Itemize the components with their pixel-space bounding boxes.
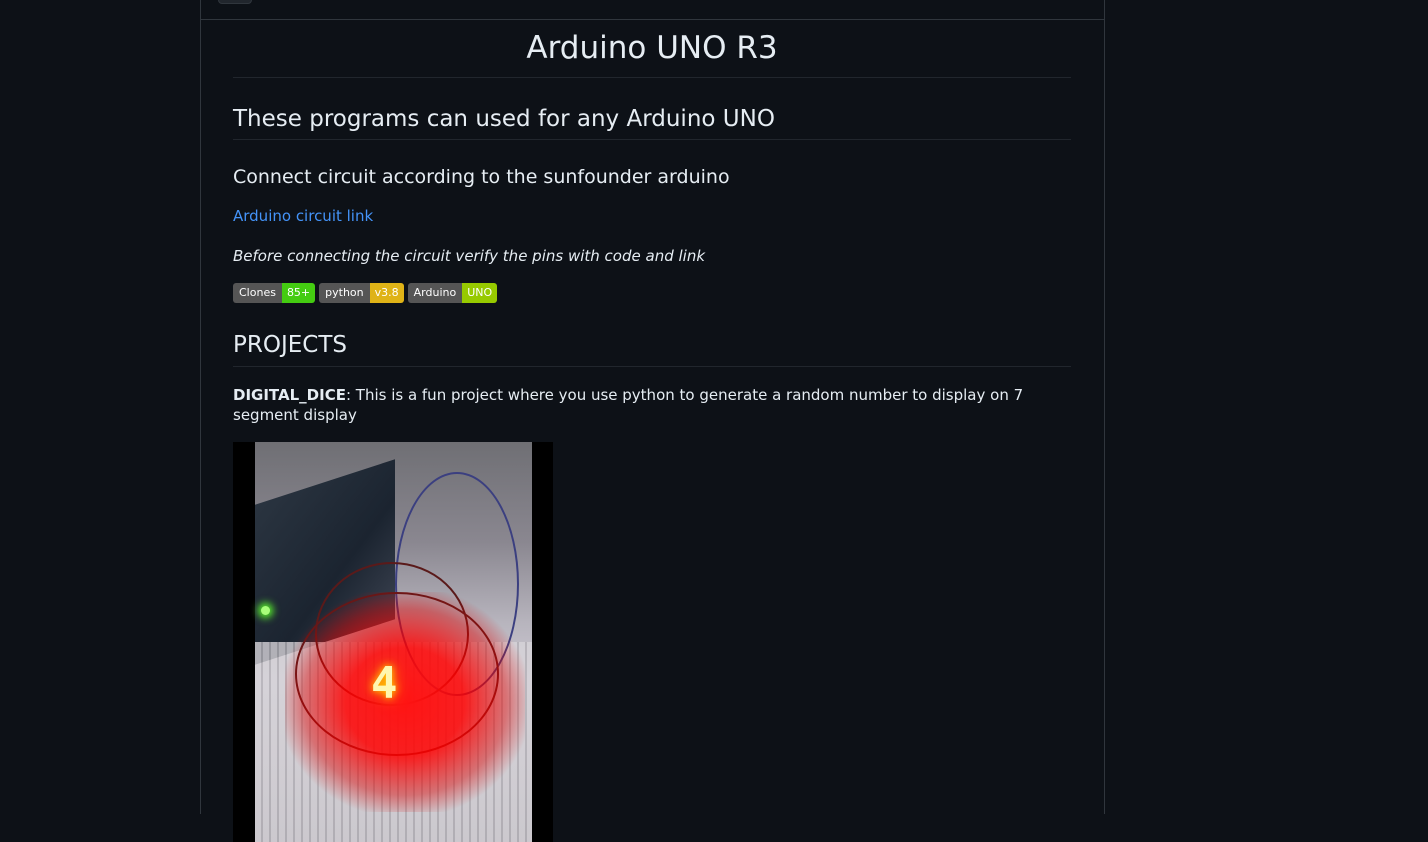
connect-heading: Connect circuit according to the sunfoun… — [233, 166, 730, 188]
subtitle-heading: These programs can used for any Arduino … — [233, 78, 1071, 140]
badge-label: Arduino — [407, 283, 463, 303]
verify-pins-note: Before connecting the circuit verify the… — [233, 247, 706, 265]
projects-heading: PROJECTS — [233, 303, 1071, 367]
badge-row: Clones 85+ python v3.8 Arduino UNO — [233, 283, 1071, 303]
project-name: DIGITAL_DICE — [233, 386, 346, 404]
seven-segment-digit: 4 — [371, 658, 398, 709]
seven-segment-glow — [285, 592, 525, 812]
readme-container: Arduino UNO R3 These programs can used f… — [200, 0, 1105, 842]
badge-value: UNO — [462, 283, 498, 303]
readme-header-bar — [201, 0, 1104, 20]
arduino-badge[interactable]: Arduino UNO — [407, 283, 498, 303]
clones-badge[interactable]: Clones 85+ — [233, 283, 316, 303]
badge-label: python — [319, 283, 370, 303]
readme-content: Arduino UNO R3 These programs can used f… — [233, 20, 1071, 842]
badge-value: 85+ — [281, 283, 316, 303]
digital-dice-image[interactable]: 4 — [233, 442, 553, 842]
power-led — [261, 606, 270, 615]
outline-menu-button[interactable] — [218, 0, 252, 4]
project-description: DIGITAL_DICE: This is a fun project wher… — [233, 385, 1071, 425]
page-title: Arduino UNO R3 — [233, 20, 1071, 78]
python-badge[interactable]: python v3.8 — [319, 283, 404, 303]
arduino-circuit-link[interactable]: Arduino circuit link — [233, 206, 373, 226]
badge-value: v3.8 — [369, 283, 404, 303]
project-text: : This is a fun project where you use py… — [233, 386, 1024, 424]
badge-label: Clones — [233, 283, 282, 303]
circuit-photo: 4 — [255, 442, 532, 842]
